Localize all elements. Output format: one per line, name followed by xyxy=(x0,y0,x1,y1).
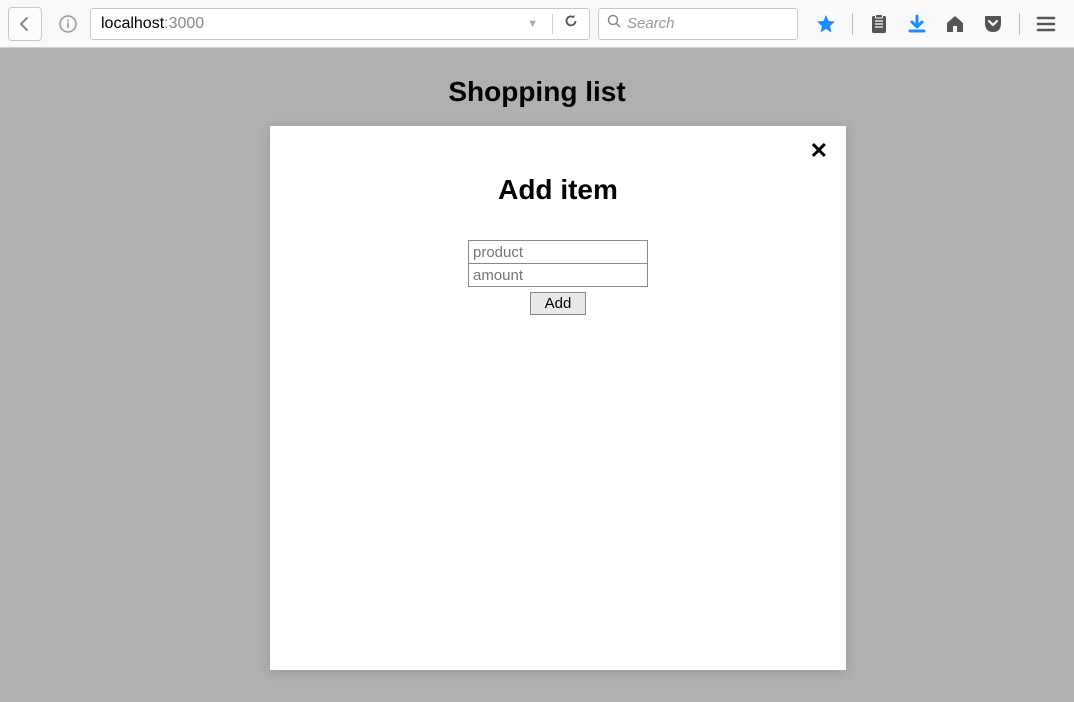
clipboard-icon[interactable] xyxy=(867,12,891,36)
search-bar[interactable]: Search xyxy=(598,8,798,40)
back-button[interactable] xyxy=(8,7,42,41)
divider xyxy=(1019,13,1020,35)
close-button[interactable]: ✕ xyxy=(810,140,828,162)
url-text: localhost:3000 xyxy=(97,15,527,33)
bookmark-star-icon[interactable] xyxy=(814,12,838,36)
modal-title: Add item xyxy=(270,174,846,206)
reload-button[interactable] xyxy=(559,13,583,34)
back-arrow-icon xyxy=(17,16,33,32)
add-button[interactable]: Add xyxy=(530,292,587,315)
search-icon xyxy=(607,14,621,33)
search-placeholder: Search xyxy=(627,15,675,32)
downloads-icon[interactable] xyxy=(905,12,929,36)
page-title: Shopping list xyxy=(448,76,625,108)
home-icon[interactable] xyxy=(943,12,967,36)
pocket-icon[interactable] xyxy=(981,12,1005,36)
add-item-form: Add xyxy=(270,240,846,315)
hamburger-menu-icon[interactable] xyxy=(1034,12,1058,36)
amount-input[interactable] xyxy=(468,263,648,287)
add-item-modal: ✕ Add item Add xyxy=(270,126,846,670)
divider xyxy=(852,13,853,35)
site-info-icon[interactable] xyxy=(54,10,82,38)
page-content: Shopping list ✕ Add item Add xyxy=(0,48,1074,702)
address-bar[interactable]: localhost:3000 ▼ xyxy=(90,8,590,40)
url-dropdown-icon[interactable]: ▼ xyxy=(527,18,538,30)
browser-toolbar: localhost:3000 ▼ Search xyxy=(0,0,1074,48)
product-input[interactable] xyxy=(468,240,648,264)
toolbar-icons xyxy=(814,12,1058,36)
divider xyxy=(552,14,553,34)
